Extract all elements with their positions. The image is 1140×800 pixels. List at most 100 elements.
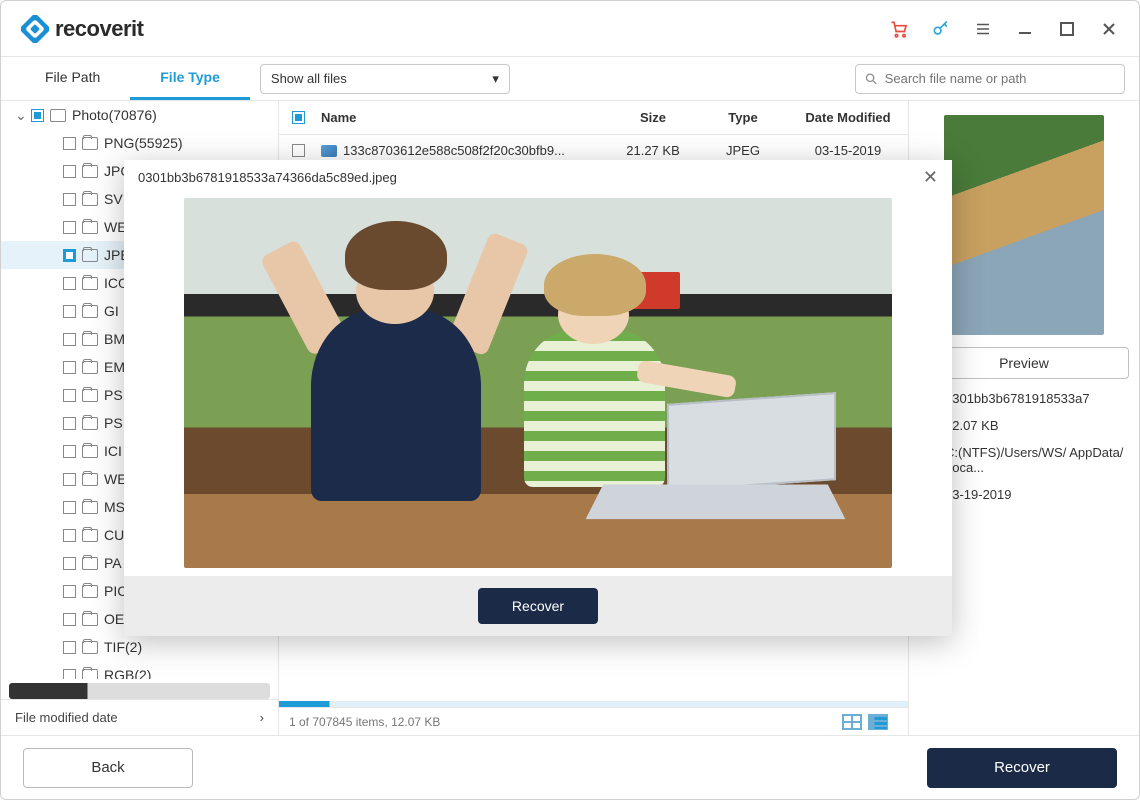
tree-item-label: TIF(2) [104,639,142,655]
tree-item-label: PS [104,387,123,403]
select-all-checkbox[interactable] [292,111,305,124]
tree-root-label: Photo(70876) [72,107,157,123]
folder-icon [82,501,98,514]
tab-file-type[interactable]: File Type [130,57,250,100]
search-box[interactable] [855,64,1125,94]
checkbox[interactable] [63,417,76,430]
checkbox[interactable] [63,165,76,178]
checkbox[interactable] [63,445,76,458]
folder-icon [82,557,98,570]
folder-icon [82,585,98,598]
checkbox[interactable] [63,333,76,346]
tree-item-label: RGB(2) [104,667,151,679]
tree-item-label: MS [104,499,125,515]
checkbox[interactable] [63,529,76,542]
preview-thumbnail [944,115,1104,335]
checkbox[interactable] [63,557,76,570]
folder-icon [82,669,98,680]
checkbox[interactable] [63,277,76,290]
recover-button[interactable]: Recover [927,748,1117,788]
file-date: 03-15-2019 [788,143,908,158]
view-list-icon[interactable] [868,714,888,730]
file-size: 21.27 KB [608,143,698,158]
chevron-right-icon: › [260,710,264,725]
checkbox[interactable] [63,221,76,234]
folder-icon [82,305,98,318]
modal-recover-button[interactable]: Recover [478,588,598,624]
horizontal-scrollbar[interactable] [9,683,270,699]
view-grid-icon[interactable] [842,714,862,730]
close-icon[interactable] [1099,19,1119,39]
detail-size: 12.07 KB [945,418,1129,433]
tree-item[interactable]: PNG(55925) [1,129,278,157]
file-modified-filter[interactable]: File modified date › [1,699,278,735]
detail-date: 03-19-2019 [945,487,1129,502]
checkbox[interactable] [63,585,76,598]
col-size[interactable]: Size [608,110,698,125]
folder-icon [82,361,98,374]
tree-item-label: EM [104,359,125,375]
checkbox[interactable] [63,137,76,150]
file-icon [321,145,337,157]
footer: Back Recover [1,735,1139,799]
checkbox[interactable] [63,613,76,626]
menu-icon[interactable] [973,19,993,39]
tree-item-label: SV [104,191,123,207]
table-header: Name Size Type Date Modified [279,101,908,135]
checkbox[interactable] [63,361,76,374]
grid-status: 1 of 707845 items, 12.07 KB [279,707,908,735]
tree-item[interactable]: RGB(2) [1,661,278,679]
search-input[interactable] [885,71,1116,86]
col-type[interactable]: Type [698,110,788,125]
checkbox[interactable] [31,109,44,122]
folder-icon [82,277,98,290]
controls-row: File Path File Type Show all files ▾ [1,57,1139,101]
modal-filename: 0301bb3b6781918533a74366da5c89ed.jpeg [138,170,397,185]
modal-header: 0301bb3b6781918533a74366da5c89ed.jpeg ✕ [124,160,952,194]
search-icon [864,71,879,87]
filter-dropdown[interactable]: Show all files ▾ [260,64,510,94]
file-type: JPEG [698,143,788,158]
tree-item-label: PNG(55925) [104,135,183,151]
tree-item-label: OE [104,611,124,627]
col-date[interactable]: Date Modified [788,110,908,125]
status-text: 1 of 707845 items, 12.07 KB [289,715,440,729]
checkbox[interactable] [63,305,76,318]
photo-icon [50,109,66,122]
tab-file-path[interactable]: File Path [15,57,130,100]
checkbox[interactable] [63,641,76,654]
maximize-icon[interactable] [1057,19,1077,39]
preview-image [184,198,892,568]
tree-root[interactable]: ⌄ Photo(70876) [1,101,278,129]
checkbox[interactable] [63,669,76,680]
key-icon[interactable] [931,19,951,39]
col-name[interactable]: Name [317,110,608,125]
folder-icon [82,613,98,626]
row-checkbox[interactable] [292,144,305,157]
filter-modified-label: File modified date [15,710,118,725]
checkbox[interactable] [63,501,76,514]
close-icon[interactable]: ✕ [923,167,938,188]
view-tabs: File Path File Type [15,57,250,100]
tree-item-label: PA [104,555,122,571]
checkbox[interactable] [63,389,76,402]
titlebar: recoverit [1,1,1139,57]
folder-icon [82,249,98,262]
folder-icon [82,165,98,178]
checkbox[interactable] [63,193,76,206]
checkbox[interactable] [63,473,76,486]
tree-item[interactable]: TIF(2) [1,633,278,661]
filter-label: Show all files [271,71,347,86]
minimize-icon[interactable] [1015,19,1035,39]
folder-icon [82,389,98,402]
back-button[interactable]: Back [23,748,193,788]
chevron-down-icon: ⌄ [15,107,25,124]
tree-item-label: BM [104,331,125,347]
app-name: recoverit [55,16,143,42]
logo-icon [21,15,49,43]
cart-icon[interactable] [889,19,909,39]
folder-icon [82,445,98,458]
folder-icon [82,473,98,486]
checkbox[interactable] [63,249,76,262]
preview-modal: 0301bb3b6781918533a74366da5c89ed.jpeg ✕ … [124,160,952,636]
